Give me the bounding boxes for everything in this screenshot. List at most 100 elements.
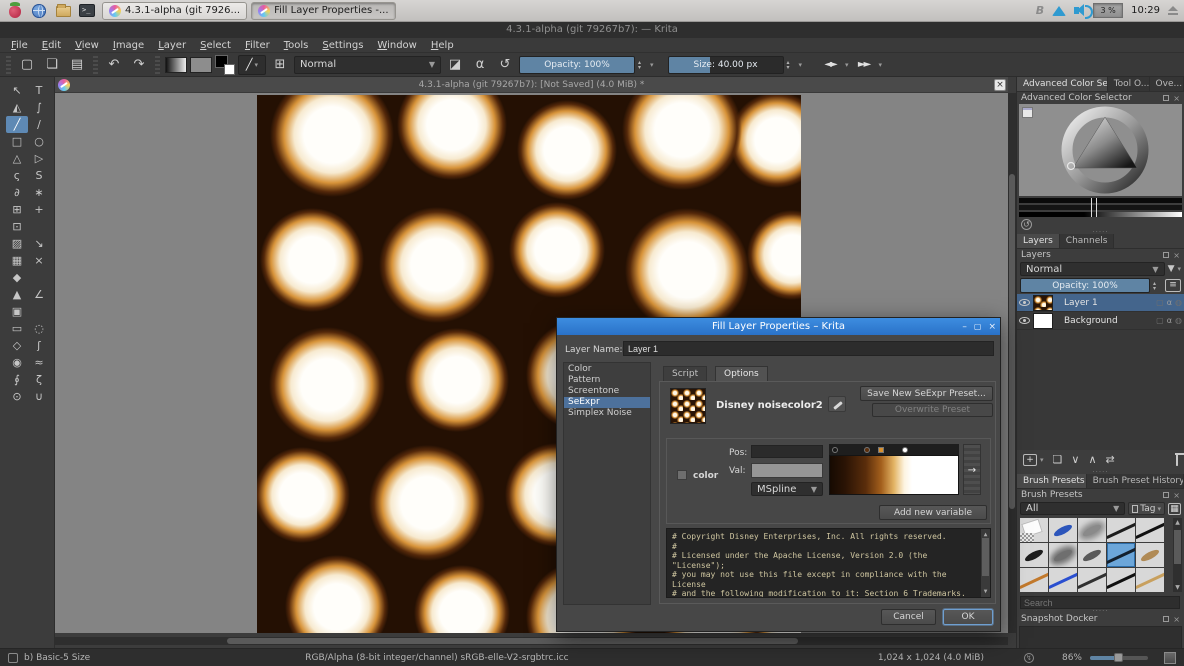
duplicate-layer-button[interactable]: ❏ (1053, 453, 1063, 467)
brush-preset-tile[interactable] (1107, 568, 1135, 592)
tool-dynamic-brush[interactable]: ∂ (6, 184, 28, 201)
menu-file[interactable]: File (4, 40, 35, 51)
mirror-horizontal-button[interactable]: ◄► (818, 55, 842, 75)
tool-multibrush[interactable]: ∗ (28, 184, 50, 201)
gradient-stop-circle[interactable] (864, 447, 870, 453)
ok-button[interactable]: OK (943, 609, 993, 625)
tool-calligraphy[interactable]: ∫ (28, 99, 50, 116)
workspace-chooser-button[interactable]: ⊞ (269, 55, 291, 75)
tool-path-select[interactable]: ∮ (6, 371, 28, 388)
menu-tools[interactable]: Tools (277, 40, 316, 51)
layer-blending-combo[interactable]: Normal▼ (1020, 262, 1165, 276)
canvas-only-mode-icon[interactable] (1164, 652, 1176, 664)
add-layer-button[interactable]: + (1023, 454, 1037, 466)
gradient-stop-circle[interactable] (902, 447, 908, 453)
gradient-stop-circle[interactable] (832, 447, 838, 453)
tool-freehand-brush[interactable]: ╱ (6, 116, 28, 133)
close-docker-icon[interactable]: × (1173, 94, 1180, 103)
layer-list-empty[interactable] (1017, 330, 1184, 450)
tool-crop[interactable]: ⊡ (6, 218, 28, 235)
tool-text[interactable]: T (28, 82, 50, 99)
foreground-background-colors[interactable] (215, 55, 235, 75)
statusbar-zoom-value[interactable]: 86% (1062, 653, 1082, 663)
pattern-swatch[interactable] (190, 57, 212, 73)
gradient-expand-button[interactable]: → (963, 444, 981, 495)
tool-contiguous-select[interactable]: ≈ (28, 354, 50, 371)
tab-advanced-color-sel[interactable]: Advanced Color Sel... (1017, 77, 1108, 91)
brush-preset-tile[interactable] (1107, 518, 1135, 542)
layer-properties-button[interactable]: ⇄ (1106, 453, 1115, 467)
volume-icon[interactable] (1074, 7, 1079, 14)
alpha-lock-icon[interactable]: α (1167, 316, 1172, 325)
menu-help[interactable]: Help (424, 40, 461, 51)
tab-ove[interactable]: Ove... (1150, 77, 1184, 91)
close-docker-icon[interactable]: × (1173, 491, 1180, 500)
alpha-lock-icon[interactable]: α (1167, 298, 1172, 307)
tool-color-sampler[interactable]: ↘ (28, 235, 50, 252)
tab-brush-presets[interactable]: Brush Presets (1017, 474, 1087, 488)
pos-input[interactable] (751, 445, 823, 458)
add-layer-arrow[interactable]: ▾ (1040, 456, 1044, 464)
float-docker-icon[interactable] (1163, 616, 1169, 622)
tool-bezier-curve[interactable]: ς (6, 167, 28, 184)
save-button[interactable]: ▤ (66, 55, 88, 75)
menu-settings[interactable]: Settings (315, 40, 370, 51)
layer-opacity-slider[interactable]: Opacity: 100% (1020, 278, 1150, 293)
tool-magnetic-select[interactable]: ζ (28, 371, 50, 388)
layer-thumbnail[interactable] (1033, 313, 1053, 329)
fill-type-pattern[interactable]: Pattern (564, 375, 650, 386)
fill-type-color[interactable]: Color (564, 364, 650, 375)
brush-preset-tile[interactable] (1049, 543, 1077, 567)
terminal-icon[interactable]: >_ (78, 2, 96, 20)
tool-fill[interactable]: ◆ (6, 269, 28, 286)
add-variable-button[interactable]: Add new variable (879, 505, 987, 520)
opacity-options-arrow[interactable]: ▾ (650, 61, 654, 69)
menu-window[interactable]: Window (370, 40, 423, 51)
statusbar-brush-preset[interactable]: b) Basic-5 Size (24, 653, 90, 663)
mirror-vertical-button[interactable]: ►► (852, 55, 876, 75)
float-docker-icon[interactable] (1163, 252, 1169, 258)
edit-preset-name-button[interactable] (828, 396, 846, 412)
size-options-arrow[interactable]: ▾ (799, 61, 803, 69)
brush-preset-tile[interactable] (1078, 518, 1106, 542)
menu-layer[interactable]: Layer (151, 40, 193, 51)
layer-properties-view-button[interactable]: ≡ (1165, 279, 1181, 292)
size-spinner[interactable]: ▴▾ (787, 60, 796, 70)
lock-icon[interactable]: ▢ (1156, 316, 1164, 325)
redo-button[interactable]: ↷ (128, 55, 150, 75)
brush-preset-tile[interactable] (1136, 518, 1164, 542)
brush-preset-tile[interactable] (1107, 543, 1135, 567)
cancel-button[interactable]: Cancel (881, 609, 936, 625)
brush-preset-tile[interactable] (1049, 518, 1077, 542)
canvas-vscrollbar[interactable] (1008, 93, 1016, 633)
layer-thumbnail[interactable] (1033, 295, 1053, 311)
value-bar[interactable] (1019, 198, 1182, 203)
canvas-close-button[interactable]: × (994, 79, 1006, 91)
script-editor[interactable]: # Copyright Disney Enterprises, Inc. All… (666, 528, 991, 598)
advanced-color-selector-titlebar[interactable]: Advanced Color Selector × (1017, 92, 1184, 104)
opacity-slider[interactable]: Opacity: 100% (519, 56, 635, 74)
tab-channels[interactable]: Channels (1060, 234, 1115, 248)
fill-type-screentone[interactable]: Screentone (564, 386, 650, 397)
menu-image[interactable]: Image (106, 40, 151, 51)
saturation-bar[interactable] (1019, 205, 1182, 210)
tab-script[interactable]: Script (663, 366, 707, 381)
gradient-swatch[interactable] (165, 57, 187, 73)
menu-view[interactable]: View (68, 40, 106, 51)
script-scrollbar[interactable]: ▲▼ (981, 529, 990, 597)
lightness-bar[interactable] (1019, 212, 1182, 217)
fill-type-seexpr[interactable]: SeExpr (564, 397, 650, 408)
color-wheel-area[interactable] (1019, 104, 1182, 196)
brush-preset-tile[interactable] (1136, 568, 1164, 592)
statusbar-colorspace[interactable]: RGB/Alpha (8-bit integer/channel) sRGB-e… (305, 653, 568, 663)
gradient-stop-square[interactable] (878, 447, 884, 453)
brush-grid-scrollbar[interactable]: ▲▼ (1173, 518, 1182, 592)
brush-preset-tile[interactable] (1078, 543, 1106, 567)
cpu-monitor[interactable]: 3 % (1093, 3, 1123, 18)
overwrite-preset-button[interactable]: Overwrite Preset (872, 403, 993, 417)
taskbar-window-button[interactable]: 4.3.1-alpha (git 7926... (102, 2, 247, 20)
tab-tool-o[interactable]: Tool O... (1108, 77, 1150, 91)
blending-mode-combo[interactable]: Normal▼ (294, 56, 441, 74)
eraser-mode-button[interactable]: ◪ (444, 55, 466, 75)
tool-ellipse-select[interactable]: ◌ (28, 320, 50, 337)
